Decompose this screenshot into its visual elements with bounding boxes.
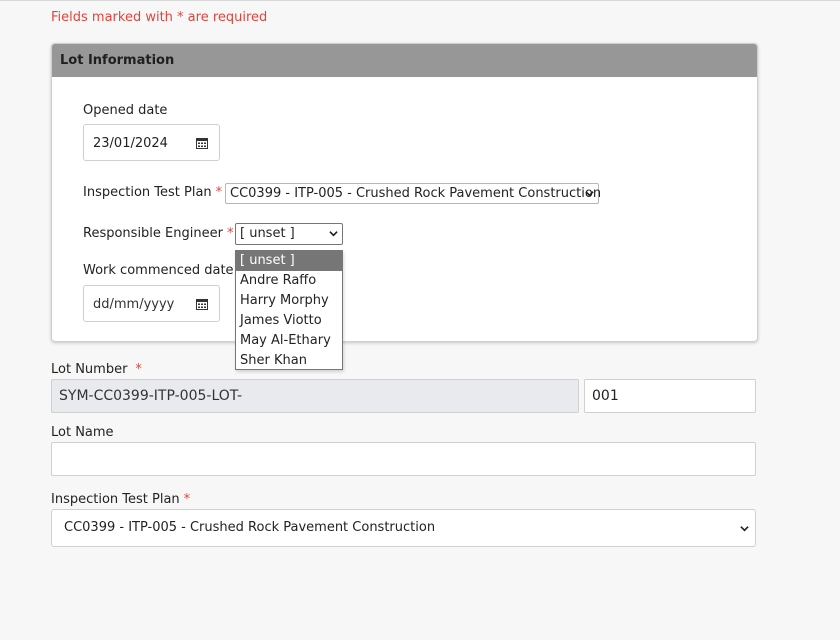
responsible-engineer-select[interactable]: [ unset ] [235,223,343,245]
option-sher-khan[interactable]: Sher Khan [236,351,342,371]
responsible-engineer-label: Responsible Engineer * [83,226,234,241]
required-fields-note: Fields marked with * are required [51,10,268,25]
lot-name-label: Lot Name [51,425,114,440]
opened-date-label: Opened date [83,103,168,118]
inspection-test-plan-value: CC0399 - ITP-005 - Crushed Rock Pavement… [230,186,602,201]
option-andre-raffo[interactable]: Andre Raffo [236,271,342,291]
option-may-al-ethary[interactable]: May Al-Ethary [236,331,342,351]
inspection-test-plan-label-bottom: Inspection Test Plan * [51,492,191,507]
lot-number-label: Lot Number * [51,362,142,377]
lot-number-prefix-field: SYM-CC0399-ITP-005-LOT- [51,379,579,413]
lot-number-suffix-input[interactable]: 001 [584,379,756,413]
calendar-icon[interactable] [196,137,208,149]
inspection-test-plan-label: Inspection Test Plan * [83,185,223,200]
chevron-down-icon [585,191,594,197]
option-unset[interactable]: [ unset ] [236,251,342,271]
work-commenced-date-input[interactable]: dd/mm/yyyy [83,285,220,322]
opened-date-input[interactable]: 23/01/2024 [83,124,220,161]
responsible-engineer-value: [ unset ] [240,226,295,241]
opened-date-value: 23/01/2024 [93,136,168,151]
top-divider [0,0,840,1]
chevron-down-icon [740,526,749,532]
work-commenced-date-label: Work commenced date [83,263,234,278]
responsible-engineer-options: [ unset ] Andre Raffo Harry Morphy James… [235,250,343,370]
option-harry-morphy[interactable]: Harry Morphy [236,291,342,311]
required-star: * [226,226,234,241]
option-james-viotto[interactable]: James Viotto [236,311,342,331]
chevron-down-icon [329,231,338,237]
calendar-icon[interactable] [196,298,208,310]
inspection-test-plan-select[interactable]: CC0399 - ITP-005 - Crushed Rock Pavement… [225,183,602,204]
inspection-test-plan-value-bottom: CC0399 - ITP-005 - Crushed Rock Pavement… [64,520,436,535]
required-star: * [135,362,142,377]
work-commenced-date-placeholder: dd/mm/yyyy [93,297,175,312]
lot-name-input[interactable] [51,442,756,476]
required-star: * [215,185,223,200]
inspection-test-plan-select-bottom[interactable]: CC0399 - ITP-005 - Crushed Rock Pavement… [51,509,756,547]
required-star: * [183,492,191,507]
panel-title: Lot Information [52,44,757,77]
